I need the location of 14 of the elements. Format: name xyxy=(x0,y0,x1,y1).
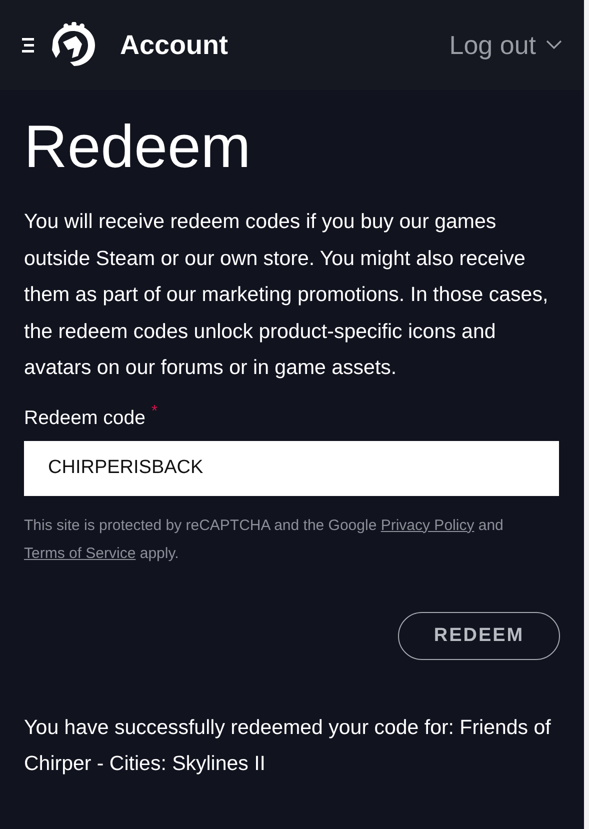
privacy-policy-link[interactable]: Privacy Policy xyxy=(380,516,474,534)
menu-icon[interactable] xyxy=(22,37,36,53)
page-title: Redeem xyxy=(24,112,252,182)
redeem-code-field[interactable]: CHIRPERISBACK xyxy=(24,440,559,496)
terms-link[interactable]: Terms of Service xyxy=(24,544,136,562)
required-mark: * xyxy=(151,402,158,420)
intro-text: You will receive redeem codes if you buy our games outside Steam or our own store. You might also receive them as part of our marketing promotions. In those cases, the redeem codes unlock product-specific icons and avatars on our forums or in game assets. xyxy=(24,209,550,381)
header-title: Account xyxy=(120,30,228,60)
recaptcha-notice: This site is protected by reCAPTCHA and the Google Privacy Policy and Terms of Service apply. xyxy=(24,516,504,564)
redeem-button[interactable]: REDEEM xyxy=(398,612,560,660)
field-label: Redeem code xyxy=(24,406,146,430)
caret-icon xyxy=(546,40,562,50)
result-message: You have successfully redeemed your code for: Friends of Chirper - Cities: Skylines II xyxy=(24,714,552,776)
logout-menu[interactable]: Log out xyxy=(449,30,562,60)
